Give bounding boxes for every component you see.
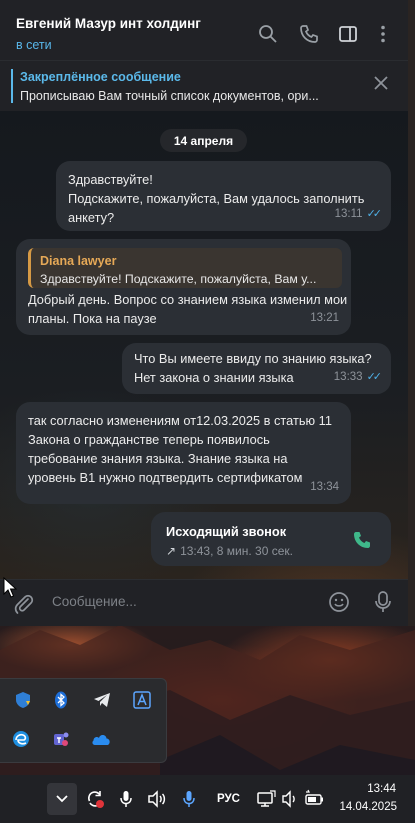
speaker-icon[interactable]: [147, 789, 167, 809]
phone-call-icon[interactable]: [352, 530, 372, 550]
message-composer: Сообщение...: [0, 579, 408, 626]
defender-shield-icon[interactable]: [13, 690, 33, 710]
teams-icon[interactable]: [51, 729, 71, 749]
pinned-indicator: [11, 69, 13, 103]
bluetooth-icon[interactable]: [51, 690, 71, 710]
edge-browser-icon[interactable]: [11, 729, 31, 749]
time-label: 13:33: [333, 371, 363, 383]
windows-taskbar: РУС 13:44 14.04.2025: [0, 775, 415, 823]
phone-icon[interactable]: [299, 24, 319, 44]
tray-overflow-flyout: [0, 678, 167, 763]
message-time: 13:11 ✓✓: [334, 205, 383, 224]
call-bubble[interactable]: Исходящий звонок ↗ 13:43, 8 мин. 30 сек.: [151, 512, 391, 566]
volume-icon[interactable]: [281, 789, 301, 809]
telegram-icon[interactable]: [92, 690, 112, 710]
search-icon[interactable]: [258, 24, 278, 44]
time-label: 13:11: [334, 208, 363, 220]
message-bubble-incoming[interactable]: так согласно изменениям от12.03.2025 в с…: [16, 402, 351, 504]
read-checkmarks-icon: ✓✓: [366, 371, 383, 383]
reply-author: Diana lawyer: [40, 254, 117, 268]
emoji-icon[interactable]: [328, 591, 350, 618]
read-checkmarks-icon: ✓✓: [366, 208, 383, 220]
pinned-message-bar[interactable]: Закреплённое сообщение Прописываю Вам то…: [0, 60, 408, 111]
message-bubble-outgoing[interactable]: Здравствуйте! Подскажите, пожалуйста, Ва…: [56, 161, 391, 231]
message-time: 13:21: [310, 309, 339, 328]
call-title: Исходящий звонок: [166, 524, 287, 539]
call-meta: ↗ 13:43, 8 мин. 30 сек.: [166, 542, 293, 561]
chat-status: в сети: [16, 38, 52, 52]
date-separator: 14 апреля: [160, 129, 247, 152]
sync-error-icon[interactable]: [85, 789, 105, 809]
more-menu-icon[interactable]: [373, 24, 393, 44]
voice-access-mic-icon[interactable]: [182, 789, 202, 809]
network-icon[interactable]: [256, 789, 276, 809]
microphone-icon[interactable]: [373, 590, 393, 619]
time-label: 13:34: [310, 481, 339, 493]
taskbar-clock-date[interactable]: 14.04.2025: [337, 801, 397, 813]
chat-title[interactable]: Евгений Мазур инт холдинг: [16, 16, 201, 31]
tray-chevron-icon[interactable]: [47, 783, 77, 815]
pinned-text: Прописываю Вам точный список документов,…: [20, 89, 319, 103]
call-details: 13:43, 8 мин. 30 сек.: [180, 544, 293, 558]
battery-icon[interactable]: [303, 789, 323, 809]
taskbar-clock-time[interactable]: 13:44: [348, 783, 396, 795]
message-input[interactable]: Сообщение...: [52, 594, 137, 609]
text-input-app-icon[interactable]: [132, 690, 152, 710]
message-text: так согласно изменениям от12.03.2025 в с…: [28, 413, 332, 485]
microphone-icon[interactable]: [119, 789, 139, 809]
outgoing-arrow-icon: ↗: [166, 544, 177, 558]
message-time: 13:33 ✓✓: [333, 368, 383, 387]
close-icon[interactable]: [372, 74, 390, 92]
message-time: 13:34: [310, 478, 339, 497]
message-bubble-outgoing[interactable]: Что Вы имеете ввиду по знанию языка? Нет…: [122, 343, 391, 394]
message-bubble-incoming[interactable]: Diana lawyer Здравствуйте! Подскажите, п…: [16, 239, 351, 335]
mouse-cursor-icon: [3, 576, 18, 604]
window-edge: [408, 0, 415, 626]
time-label: 13:21: [310, 312, 339, 324]
onedrive-cloud-icon[interactable]: [91, 729, 111, 749]
telegram-window: Евгений Мазур инт холдинг в сети Закрепл…: [0, 0, 408, 626]
chat-header: Евгений Мазур инт холдинг в сети: [0, 0, 408, 60]
sidebar-toggle-icon[interactable]: [338, 24, 358, 44]
message-text: Добрый день. Вопрос со знанием языка изм…: [28, 292, 348, 326]
input-language-indicator[interactable]: РУС: [217, 793, 240, 805]
pinned-title: Закреплённое сообщение: [20, 70, 181, 84]
